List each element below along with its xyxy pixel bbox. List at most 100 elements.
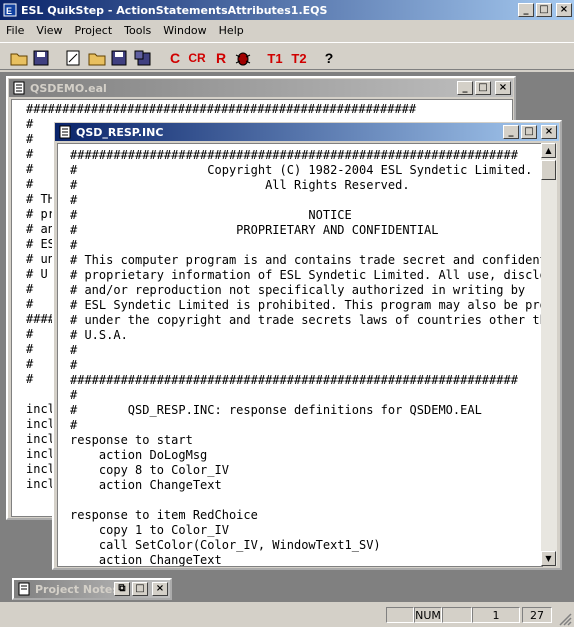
resp-editor[interactable]: ########################################… [57, 143, 543, 567]
new-file-button[interactable] [62, 47, 84, 69]
notes-close-button[interactable]: × [152, 582, 168, 596]
menu-bar: File View Project Tools Window Help [0, 20, 574, 40]
qsdemo-title-bar[interactable]: QSDEMO.eal _ □ × [9, 79, 513, 97]
qsdemo-maximize-button[interactable]: □ [475, 81, 491, 95]
code-line: ########################################… [26, 102, 417, 116]
compile-button[interactable]: C [164, 47, 186, 69]
qsdemo-close-button[interactable]: × [495, 81, 511, 95]
minimize-icon: _ [508, 126, 514, 137]
compile-run-button[interactable]: CR [186, 47, 208, 69]
code-line: # QSD_RESP.INC: response definitions for… [70, 403, 482, 417]
open-file-button[interactable] [86, 47, 108, 69]
save-project-button[interactable] [30, 47, 52, 69]
menu-project[interactable]: Project [69, 24, 119, 37]
document-icon [13, 81, 25, 95]
minimize-icon: _ [462, 82, 468, 93]
menu-window[interactable]: Window [157, 24, 212, 37]
disk-icon [111, 50, 127, 66]
open-project-button[interactable] [8, 47, 30, 69]
help-button[interactable]: ? [318, 47, 340, 69]
menu-tools[interactable]: Tools [118, 24, 157, 37]
resp-minimize-button[interactable]: _ [503, 125, 519, 139]
resp-title-bar[interactable]: QSD_RESP.INC _ □ × [55, 123, 559, 141]
code-line: # [70, 388, 78, 402]
resp-code: ########################################… [58, 144, 543, 567]
scroll-down-button[interactable]: ▼ [541, 551, 556, 566]
minimize-button[interactable]: _ [518, 3, 534, 17]
resp-vertical-scrollbar[interactable]: ▲ ▼ [541, 143, 557, 566]
code-line: # All Rights Reserved. [70, 178, 410, 192]
close-icon: × [559, 4, 569, 15]
help-icon: ? [324, 50, 334, 66]
resize-grip-icon[interactable] [558, 612, 572, 626]
app-title-bar[interactable]: E ESL QuikStep - ActionStatementsAttribu… [0, 0, 574, 20]
notes-restore-button[interactable]: ⧉ [114, 582, 130, 596]
t1-icon: T1 [267, 50, 283, 66]
code-line: # PROPRIETARY AND CONFIDENTIAL [70, 223, 439, 237]
close-button[interactable]: × [556, 3, 572, 17]
folder-icon [10, 53, 28, 66]
save-file-button[interactable] [108, 47, 130, 69]
document-icon [59, 125, 71, 139]
tool-t1-button[interactable]: T1 [264, 47, 286, 69]
compile-icon: C [169, 50, 181, 66]
code-line: action DoLogMsg [70, 448, 208, 462]
scroll-up-button[interactable]: ▲ [541, 143, 556, 158]
maximize-icon: □ [524, 126, 534, 137]
run-button[interactable]: R [210, 47, 232, 69]
compile-run-icon: CR [188, 51, 206, 65]
resp-window[interactable]: QSD_RESP.INC _ □ × #####################… [52, 120, 562, 570]
notes-icon [18, 582, 30, 596]
app-title: ESL QuikStep - ActionStatementsAttribute… [21, 3, 328, 17]
code-line: response to item RedChoice [70, 508, 258, 522]
maximize-icon: □ [539, 4, 549, 15]
scroll-thumb[interactable] [541, 160, 556, 180]
save-icon [33, 50, 49, 66]
code-line: action ChangeText [70, 553, 222, 567]
code-line: # Copyright (C) 1982-2004 ESL Syndetic L… [70, 163, 533, 177]
menu-view[interactable]: View [30, 24, 68, 37]
toolbar: C CR R T1 T2 ? [0, 42, 574, 70]
menu-file[interactable]: File [0, 24, 30, 37]
code-line: # This computer program is and contains … [70, 253, 543, 267]
close-icon: × [155, 583, 165, 594]
bug-icon [235, 52, 251, 66]
code-line: # [70, 418, 78, 432]
t2-icon: T2 [291, 50, 307, 66]
tool-t2-button[interactable]: T2 [288, 47, 310, 69]
notes-maximize-button[interactable]: □ [132, 582, 148, 596]
qsdemo-minimize-button[interactable]: _ [457, 81, 473, 95]
minimize-icon: _ [523, 4, 529, 15]
status-line: 1 [472, 607, 520, 623]
code-line: ########################################… [70, 373, 518, 387]
status-col: 27 [522, 607, 552, 623]
maximize-icon: □ [478, 82, 488, 93]
save-all-button[interactable] [132, 47, 154, 69]
run-icon: R [215, 50, 227, 66]
debug-button[interactable] [232, 47, 254, 69]
code-line: # and/or reproduction not specifically a… [70, 283, 526, 297]
status-panel-caps [386, 607, 414, 623]
restore-icon: ⧉ [118, 583, 126, 594]
resp-close-button[interactable]: × [541, 125, 557, 139]
app-icon: E [3, 3, 17, 17]
maximize-button[interactable]: □ [536, 3, 552, 17]
code-line: copy 8 to Color_IV [70, 463, 229, 477]
close-icon: × [544, 126, 554, 137]
open-folder-icon [88, 53, 106, 66]
status-panel-num: NUM [414, 607, 442, 623]
code-line: action ChangeText [70, 478, 222, 492]
code-line: copy 1 to Color_IV [70, 523, 229, 537]
svg-text:E: E [6, 6, 12, 16]
menu-help[interactable]: Help [213, 24, 250, 37]
project-notes-title-bar[interactable]: Project Notes ⧉ □ × [14, 580, 170, 598]
code-line: # [70, 193, 78, 207]
project-notes-window[interactable]: Project Notes ⧉ □ × [12, 578, 172, 600]
code-line: # [70, 238, 78, 252]
code-line: # proprietary information of ESL Syndeti… [70, 268, 543, 282]
code-line: # under the copyright and trade secrets … [70, 313, 543, 327]
resp-maximize-button[interactable]: □ [521, 125, 537, 139]
code-line: # ESL Syndetic Limited is prohibited. Th… [70, 298, 543, 312]
code-line: call SetColor(Color_IV, WindowText1_SV) [70, 538, 381, 552]
code-line: # U.S.A. [70, 328, 128, 342]
